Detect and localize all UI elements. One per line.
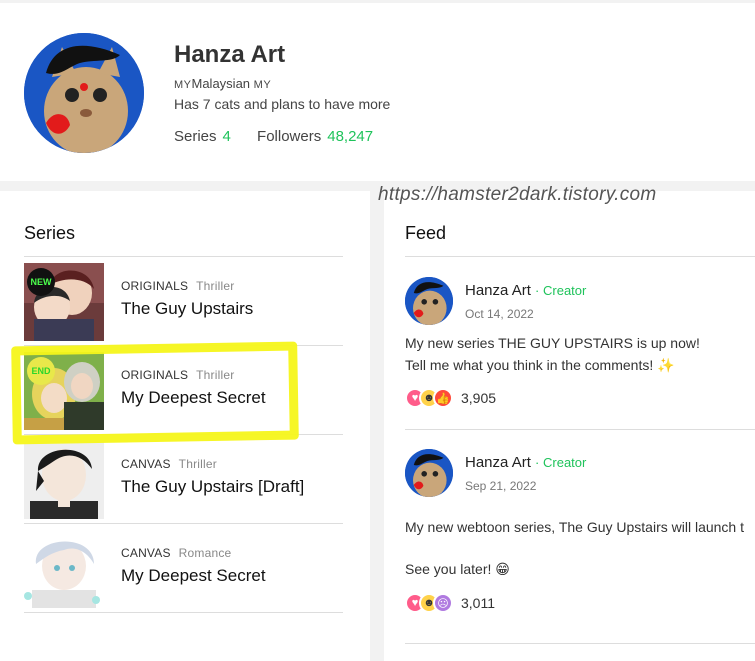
post-text-line: See you later! 😁	[405, 561, 510, 577]
series-type: CANVAS	[121, 546, 171, 560]
reaction-bar[interactable]: ♥ ☻ ☹ 3,011	[405, 592, 495, 614]
post-text-line: Tell me what you think in the comments! …	[405, 357, 675, 373]
new-badge: NEW	[27, 268, 55, 296]
post-divider	[405, 429, 755, 430]
profile-country: MYMalaysian MY	[174, 76, 271, 91]
series-type: ORIGINALS	[121, 279, 189, 293]
reaction-count: 3,905	[461, 390, 497, 406]
series-genre: Thriller	[178, 457, 217, 471]
creator-tag: · Creator	[535, 283, 587, 298]
reaction-count: 3,011	[461, 595, 495, 611]
thumbs-up-icon: 👍	[433, 388, 453, 408]
series-panel: Series NEW ORIGINALS Thriller The Guy Ups…	[0, 191, 370, 661]
series-genre: Thriller	[196, 279, 235, 293]
post-author-avatar[interactable]	[405, 449, 453, 497]
creator-label: Creator	[543, 283, 587, 298]
profile-header: Hanza Art MYMalaysian MY Has 7 cats and …	[0, 3, 755, 181]
series-meta: CANVAS Thriller	[121, 457, 217, 471]
feed-panel: Feed Hanza Art · Creator Oct 14, 2022 My…	[384, 191, 755, 661]
feed-divider	[405, 256, 755, 257]
series-item[interactable]: END ORIGINALS Thriller My Deepest Secret	[24, 346, 343, 435]
post-author[interactable]: Hanza Art · Creator	[465, 454, 586, 471]
watermark-url: https://hamster2dark.tistory.com	[378, 184, 657, 205]
series-thumbnail	[24, 530, 104, 608]
post-text-line: My new series THE GUY UPSTAIRS is up now…	[405, 335, 700, 351]
series-genre: Romance	[178, 546, 232, 560]
feed-post: Hanza Art · Creator Sep 21, 2022 My new …	[405, 449, 755, 649]
profile-stats: Series 4 Followers 48,247	[174, 128, 373, 145]
country-suffix: MY	[253, 79, 272, 91]
post-divider	[405, 643, 755, 644]
series-meta: ORIGINALS Thriller	[121, 279, 234, 293]
feed-heading: Feed	[405, 223, 447, 243]
series-item[interactable]: NEW ORIGINALS Thriller The Guy Upstairs	[24, 257, 343, 346]
post-text-line: My new webtoon series, The Guy Upstairs …	[405, 519, 744, 535]
series-heading: Series	[24, 223, 76, 243]
series-type: CANVAS	[121, 457, 171, 471]
post-author-avatar[interactable]	[405, 277, 453, 325]
end-badge: END	[27, 357, 55, 385]
series-stat-count[interactable]: 4	[223, 128, 231, 145]
post-author[interactable]: Hanza Art · Creator	[465, 282, 586, 299]
series-item[interactable]: CANVAS Romance My Deepest Secret	[24, 524, 343, 613]
post-date: Sep 21, 2022	[465, 479, 537, 493]
followers-stat-count[interactable]: 48,247	[327, 128, 373, 145]
post-author-name[interactable]: Hanza Art	[465, 282, 531, 299]
shocked-icon: ☹	[433, 593, 453, 613]
series-meta: CANVAS Romance	[121, 546, 231, 560]
series-title[interactable]: The Guy Upstairs [Draft]	[121, 477, 304, 497]
series-genre: Thriller	[196, 368, 235, 382]
country-name: Malaysian	[191, 76, 251, 91]
profile-bio: Has 7 cats and plans to have more	[174, 96, 391, 112]
series-meta: ORIGINALS Thriller	[121, 368, 234, 382]
series-title[interactable]: My Deepest Secret	[121, 388, 266, 408]
creator-tag: · Creator	[535, 455, 587, 470]
profile-avatar	[24, 33, 144, 153]
post-author-name[interactable]: Hanza Art	[465, 454, 531, 471]
series-title[interactable]: My Deepest Secret	[121, 566, 266, 586]
series-stat-label[interactable]: Series	[174, 128, 217, 145]
post-date: Oct 14, 2022	[465, 307, 534, 321]
followers-stat-label[interactable]: Followers	[257, 128, 321, 145]
profile-name: Hanza Art	[174, 41, 286, 68]
feed-post: Hanza Art · Creator Oct 14, 2022 My new …	[405, 277, 755, 427]
reaction-bar[interactable]: ♥ ☻ 👍 3,905	[405, 387, 496, 409]
country-prefix: MY	[174, 79, 192, 91]
series-item[interactable]: CANVAS Thriller The Guy Upstairs [Draft]	[24, 435, 343, 524]
series-type: ORIGINALS	[121, 368, 189, 382]
series-thumbnail	[24, 441, 104, 519]
series-thumbnail: NEW	[24, 263, 104, 341]
series-title[interactable]: The Guy Upstairs	[121, 299, 253, 319]
series-thumbnail: END	[24, 352, 104, 430]
creator-label: Creator	[543, 455, 587, 470]
